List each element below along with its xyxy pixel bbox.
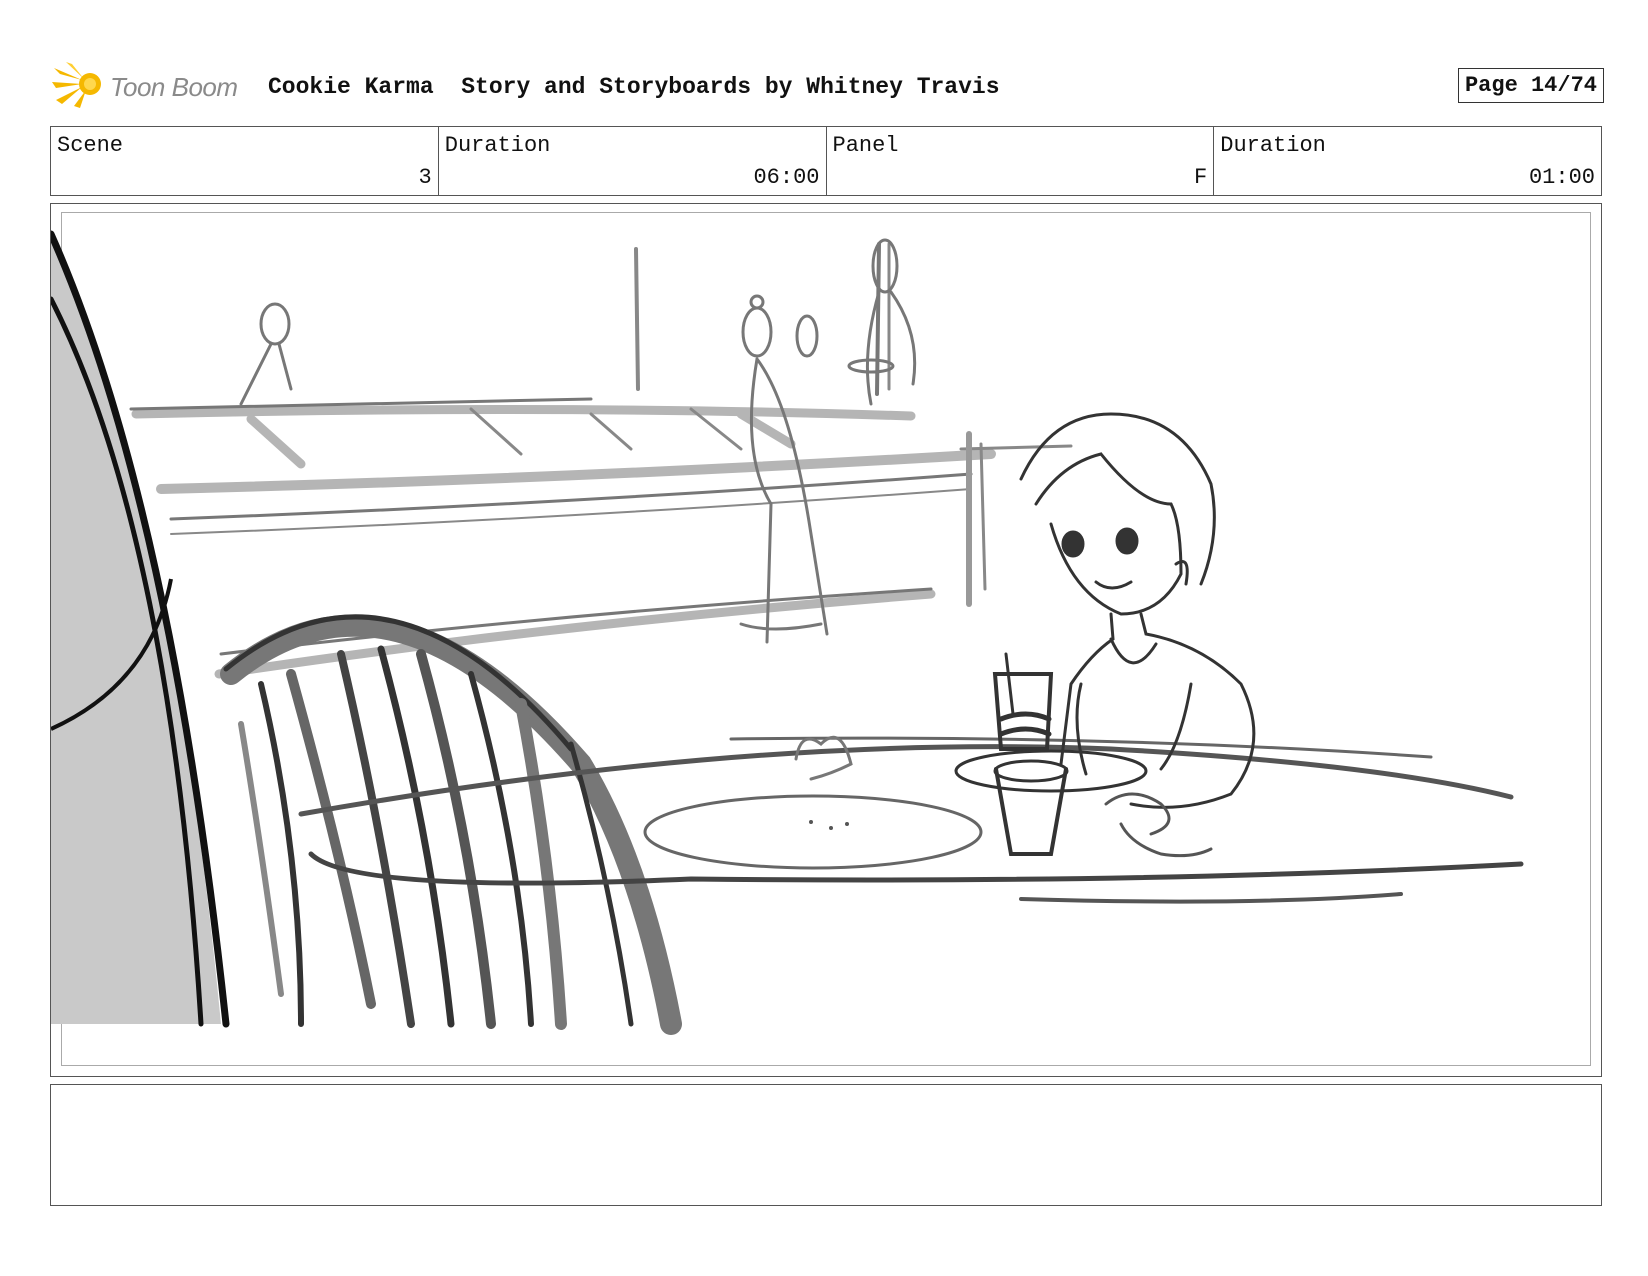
scene-duration-value: 06:00 xyxy=(753,165,820,190)
table xyxy=(298,735,1524,904)
scene-cell: Scene 3 xyxy=(51,127,439,195)
chair-back xyxy=(220,614,682,1035)
panel-duration-label: Duration xyxy=(1220,133,1326,158)
panel-duration-value: 01:00 xyxy=(1528,165,1595,190)
panel-duration-cell: Duration 01:00 xyxy=(1214,127,1601,195)
scene-label: Scene xyxy=(57,133,124,158)
storyboard-sketch xyxy=(51,230,1524,1035)
action-notes-box xyxy=(50,1084,1602,1206)
panel-cell: Panel F xyxy=(827,127,1215,195)
background-figures xyxy=(239,238,917,644)
scene-info-table: Scene 3 Duration 06:00 Panel F Duration … xyxy=(50,126,1602,196)
panel-label: Panel xyxy=(832,133,899,158)
scene-value: 3 xyxy=(418,165,432,190)
drink-cup xyxy=(954,652,1148,856)
logo-text: Toon Boom xyxy=(110,72,238,102)
foreground-figure xyxy=(51,230,230,1028)
document-title: Cookie Karma Story and Storyboards by Wh… xyxy=(268,74,1000,100)
scene-duration-cell: Duration 06:00 xyxy=(439,127,827,195)
toon-boom-logo: Toon Boom xyxy=(52,60,252,110)
page-number: Page 14/74 xyxy=(1457,68,1604,103)
starburst-icon xyxy=(52,62,101,108)
scene-duration-label: Duration xyxy=(444,133,551,158)
panel-value: F xyxy=(1194,165,1208,190)
storyboard-panel xyxy=(50,203,1602,1077)
background-counter xyxy=(129,242,1073,679)
page-header: Toon Boom Cookie Karma Story and Storybo… xyxy=(52,58,1604,118)
